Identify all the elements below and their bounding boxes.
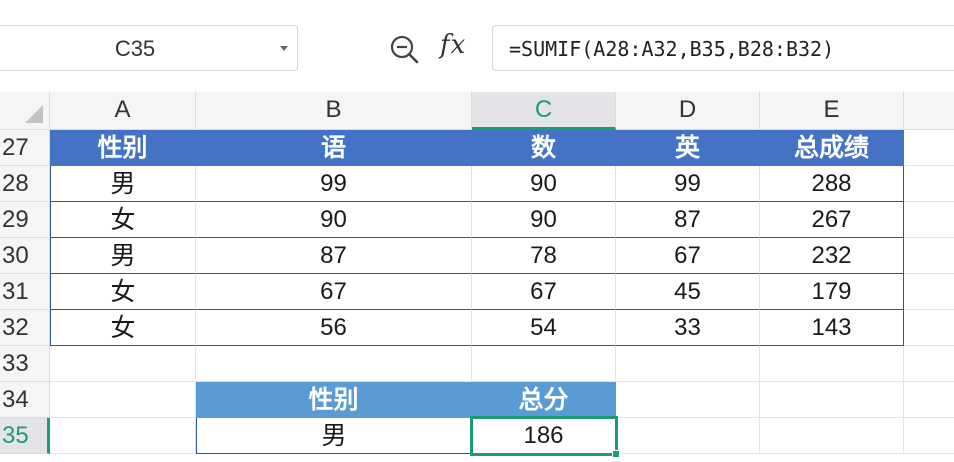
table-cell[interactable]: 99: [196, 166, 472, 202]
table-cell[interactable]: 56: [196, 310, 472, 346]
row-header-32[interactable]: 32: [0, 310, 50, 346]
column-header-d[interactable]: D: [616, 92, 760, 130]
cell-d35[interactable]: [616, 418, 760, 454]
fx-icon[interactable]: fx: [440, 30, 466, 60]
table-cell[interactable]: 67: [472, 274, 616, 310]
cell-e33[interactable]: [760, 346, 904, 382]
cell-f33[interactable]: [904, 346, 954, 382]
table-cell[interactable]: 232: [760, 238, 904, 274]
row-header-35[interactable]: 35: [0, 418, 50, 454]
cell-f29[interactable]: [904, 202, 954, 238]
cell-f35[interactable]: [904, 418, 954, 454]
table-cell[interactable]: 33: [616, 310, 760, 346]
select-all-corner[interactable]: [0, 92, 50, 130]
formula-input[interactable]: =SUMIF(A28:A32,B35,B28:B32): [492, 25, 954, 71]
table-cell[interactable]: 男: [50, 238, 196, 274]
cell-f30[interactable]: [904, 238, 954, 274]
table-cell[interactable]: 267: [760, 202, 904, 238]
cell-d34[interactable]: [616, 382, 760, 418]
name-box[interactable]: C35: [0, 25, 298, 71]
cell-f34[interactable]: [904, 382, 954, 418]
table-cell[interactable]: 87: [616, 202, 760, 238]
cell-a34[interactable]: [50, 382, 196, 418]
row-header-30[interactable]: 30: [0, 238, 50, 274]
row-header-27[interactable]: 27: [0, 130, 50, 166]
spreadsheet-grid: A B C D E 27 28 29 30 31 32 33 34 35 性别 …: [0, 92, 954, 462]
name-box-value[interactable]: C35: [0, 26, 270, 72]
summary-gender-value[interactable]: 男: [196, 418, 472, 454]
table-cell[interactable]: 99: [616, 166, 760, 202]
table-cell[interactable]: 90: [472, 166, 616, 202]
table-cell[interactable]: 78: [472, 238, 616, 274]
select-all-triangle-icon[interactable]: [25, 105, 43, 123]
table-cell[interactable]: 90: [472, 202, 616, 238]
table-cell[interactable]: 女: [50, 310, 196, 346]
summary-header-gender[interactable]: 性别: [196, 382, 472, 418]
table-cell[interactable]: 87: [196, 238, 472, 274]
table-cell[interactable]: 女: [50, 274, 196, 310]
column-header-b[interactable]: B: [196, 92, 472, 130]
cell-d33[interactable]: [616, 346, 760, 382]
table-cell[interactable]: 90: [196, 202, 472, 238]
table-cell[interactable]: 女: [50, 202, 196, 238]
column-header-a[interactable]: A: [50, 92, 196, 130]
fill-handle[interactable]: [612, 450, 620, 458]
cell-f31[interactable]: [904, 274, 954, 310]
cell-f32[interactable]: [904, 310, 954, 346]
chevron-down-icon[interactable]: [280, 46, 288, 51]
table-cell[interactable]: 143: [760, 310, 904, 346]
cell-b33[interactable]: [196, 346, 472, 382]
table-cell[interactable]: 男: [50, 166, 196, 202]
row-header-28[interactable]: 28: [0, 166, 50, 202]
cell-e34[interactable]: [760, 382, 904, 418]
table-cell[interactable]: 288: [760, 166, 904, 202]
table-header-math[interactable]: 数: [472, 130, 616, 166]
formula-bar-area: C35 fx =SUMIF(A28:A32,B35,B28:B32): [0, 0, 954, 92]
cell-a35[interactable]: [50, 418, 196, 454]
cell-f28[interactable]: [904, 166, 954, 202]
table-cell[interactable]: 179: [760, 274, 904, 310]
cell-f27[interactable]: [904, 130, 954, 166]
row-header-29[interactable]: 29: [0, 202, 50, 238]
zoom-out-icon[interactable]: [388, 33, 420, 65]
cell-e35[interactable]: [760, 418, 904, 454]
table-header-total[interactable]: 总成绩: [760, 130, 904, 166]
summary-total-value[interactable]: 186: [472, 418, 616, 454]
row-header-31[interactable]: 31: [0, 274, 50, 310]
table-header-english[interactable]: 英: [616, 130, 760, 166]
cell-c33[interactable]: [472, 346, 616, 382]
summary-header-total[interactable]: 总分: [472, 382, 616, 418]
column-header-e[interactable]: E: [760, 92, 904, 130]
formula-text[interactable]: =SUMIF(A28:A32,B35,B28:B32): [509, 26, 834, 70]
table-header-chinese[interactable]: 语: [196, 130, 472, 166]
row-header-34[interactable]: 34: [0, 382, 50, 418]
table-cell[interactable]: 67: [616, 238, 760, 274]
column-header-c[interactable]: C: [472, 92, 616, 130]
column-header-f[interactable]: [904, 92, 954, 130]
row-header-33[interactable]: 33: [0, 346, 50, 382]
table-cell[interactable]: 54: [472, 310, 616, 346]
table-cell[interactable]: 67: [196, 274, 472, 310]
table-header-gender[interactable]: 性别: [50, 130, 196, 166]
table-cell[interactable]: 45: [616, 274, 760, 310]
cell-a33[interactable]: [50, 346, 196, 382]
